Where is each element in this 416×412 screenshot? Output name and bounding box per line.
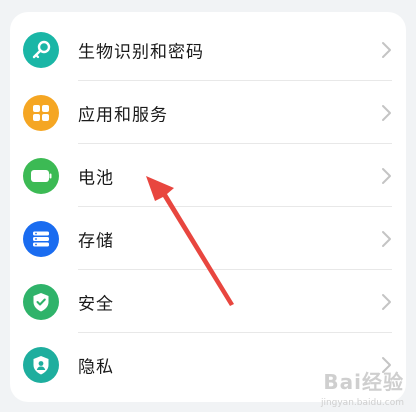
chevron-right-icon: [382, 293, 391, 310]
shield-check-icon: [23, 283, 59, 320]
privacy-shield-icon: [23, 346, 59, 383]
chevron-right-icon: [382, 167, 391, 184]
chevron-right-icon: [382, 230, 391, 247]
settings-item-label: 存储: [78, 231, 114, 251]
settings-item-label: 隐私: [78, 357, 114, 377]
baidu-jingyan-watermark: Bai经验 jingyan.baidu.com: [304, 362, 408, 410]
settings-card: 生物识别和密码 应用和服务 电池 存储 安全 隐私: [10, 12, 406, 402]
settings-item-apps-services[interactable]: 应用和服务: [10, 81, 406, 144]
chevron-right-icon: [382, 41, 391, 58]
storage-icon: [23, 220, 59, 257]
settings-item-label: 应用和服务: [78, 105, 168, 125]
settings-item-biometrics-password[interactable]: 生物识别和密码: [10, 18, 406, 81]
apps-grid-icon: [23, 94, 59, 131]
watermark-logo: Bai经验: [323, 370, 404, 394]
key-icon: [23, 31, 59, 68]
settings-item-label: 生物识别和密码: [78, 42, 204, 62]
watermark-url: jingyan.baidu.com: [320, 398, 404, 408]
chevron-right-icon: [382, 104, 391, 121]
battery-icon: [23, 157, 59, 194]
settings-item-label: 安全: [78, 294, 114, 314]
settings-item-storage[interactable]: 存储: [10, 207, 406, 270]
settings-item-battery[interactable]: 电池: [10, 144, 406, 207]
settings-item-security[interactable]: 安全: [10, 270, 406, 333]
settings-item-label: 电池: [78, 168, 114, 188]
